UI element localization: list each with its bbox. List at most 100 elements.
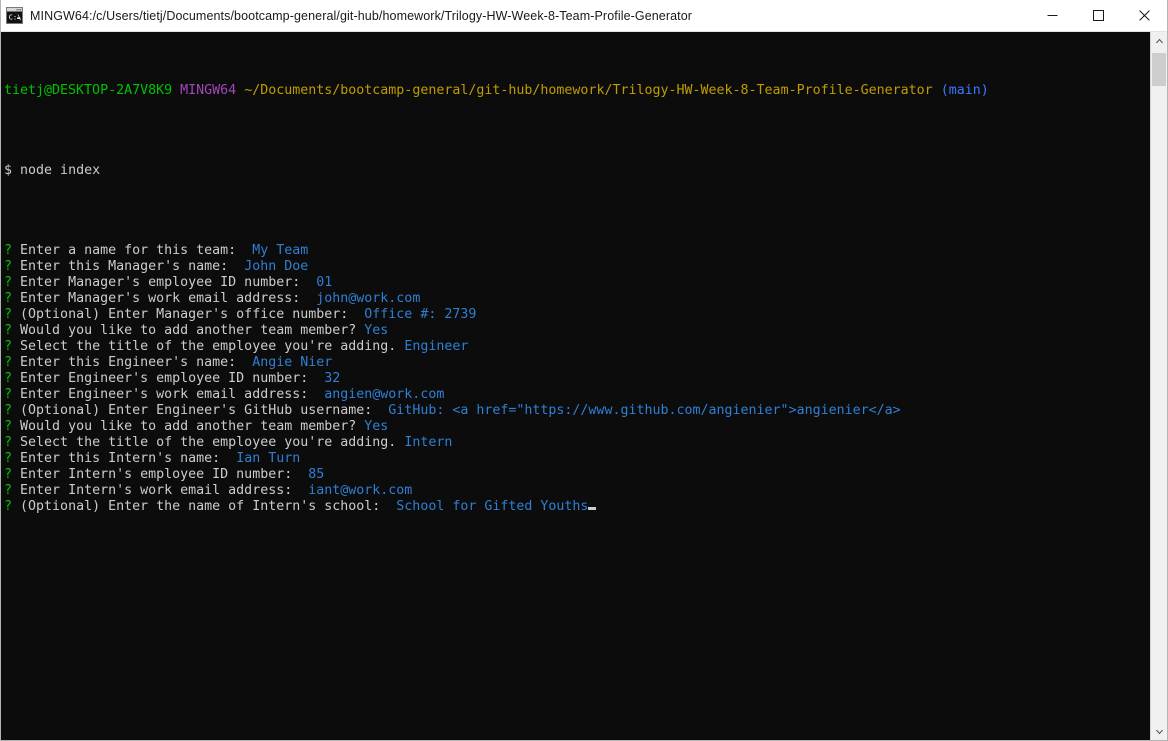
minimize-button[interactable] xyxy=(1029,0,1075,31)
title-bar[interactable]: C:\ MINGW64:/c/Users/tietj/Documents/boo… xyxy=(1,0,1167,32)
prompt-gap xyxy=(300,275,316,290)
prompt-shell: MINGW64 xyxy=(180,83,237,98)
prompt-answer: Yes xyxy=(364,419,389,434)
prompt-gap xyxy=(292,483,308,498)
prompt-gap xyxy=(380,499,396,514)
prompt-marker: ? xyxy=(4,435,13,450)
prompt-answer: Yes xyxy=(364,323,389,338)
prompt-marker-space xyxy=(12,387,20,402)
scroll-up-button[interactable] xyxy=(1151,32,1167,49)
prompt-branch: (main) xyxy=(940,83,989,98)
prompt-entry-line: ? Enter this Intern's name: Ian Turn xyxy=(4,451,1150,467)
prompt-entry-line: ? Select the title of the employee you'r… xyxy=(4,435,1150,451)
prompt-gap xyxy=(220,451,236,466)
prompt-entries: ? Enter a name for this team: My Team? E… xyxy=(4,243,1150,515)
prompt-question: Enter Manager's work email address: xyxy=(20,291,301,306)
prompt-answer: Intern xyxy=(404,435,453,450)
prompt-answer: iant@work.com xyxy=(308,483,413,498)
prompt-answer: School for Gifted Youths xyxy=(396,499,589,514)
prompt-marker: ? xyxy=(4,403,13,418)
prompt-entry-line: ? (Optional) Enter Manager's office numb… xyxy=(4,307,1150,323)
prompt-gap xyxy=(236,355,252,370)
prompt-user-host: tietj@DESKTOP-2A7V8K9 xyxy=(4,83,173,98)
close-button[interactable] xyxy=(1121,0,1167,31)
prompt-gap xyxy=(228,259,244,274)
prompt-question: Enter Engineer's employee ID number: xyxy=(20,371,309,386)
maximize-button[interactable] xyxy=(1075,0,1121,31)
prompt-gap xyxy=(300,291,316,306)
prompt-question: Enter Intern's employee ID number: xyxy=(20,467,293,482)
prompt-marker: ? xyxy=(4,323,13,338)
prompt-entry-line: ? (Optional) Enter Engineer's GitHub use… xyxy=(4,403,1150,419)
prompt-marker-space xyxy=(12,483,20,498)
prompt-answer: 01 xyxy=(316,275,333,290)
prompt-marker-space xyxy=(12,275,20,290)
prompt-question: (Optional) Enter Engineer's GitHub usern… xyxy=(20,403,373,418)
terminal-output[interactable]: tietj@DESKTOP-2A7V8K9 MINGW64 ~/Document… xyxy=(1,32,1150,740)
prompt-marker: ? xyxy=(4,275,13,290)
prompt-gap xyxy=(308,387,324,402)
prompt-question: Select the title of the employee you're … xyxy=(20,435,397,450)
prompt-answer: john@work.com xyxy=(316,291,421,306)
prompt-entry-line: ? Would you like to add another team mem… xyxy=(4,323,1150,339)
prompt-question: Enter Manager's employee ID number: xyxy=(20,275,301,290)
prompt-question: Enter this Manager's name: xyxy=(20,259,229,274)
prompt-question: Select the title of the employee you're … xyxy=(20,339,397,354)
prompt-answer: 32 xyxy=(324,371,341,386)
prompt-marker-space xyxy=(12,467,20,482)
console-icon: C:\ xyxy=(6,7,23,24)
prompt-marker-space xyxy=(12,355,20,370)
prompt-answer: angien@work.com xyxy=(324,387,445,402)
prompt-space-1 xyxy=(172,83,180,98)
vertical-scrollbar[interactable] xyxy=(1150,32,1167,740)
prompt-question: Enter a name for this team: xyxy=(20,243,237,258)
prompt-marker-space xyxy=(12,323,20,338)
prompt-marker: ? xyxy=(4,419,13,434)
terminal-window: C:\ MINGW64:/c/Users/tietj/Documents/boo… xyxy=(0,0,1168,741)
prompt-answer: Office #: 2739 xyxy=(364,307,477,322)
scroll-down-button[interactable] xyxy=(1151,723,1167,740)
prompt-space-2 xyxy=(236,83,244,98)
prompt-marker: ? xyxy=(4,387,13,402)
prompt-marker-space xyxy=(12,307,20,322)
command-line: $ node index xyxy=(4,163,1150,179)
prompt-marker: ? xyxy=(4,371,13,386)
prompt-marker: ? xyxy=(4,499,13,514)
command-sigil: $ xyxy=(4,163,13,178)
prompt-question: Enter this Engineer's name: xyxy=(20,355,237,370)
prompt-answer: Engineer xyxy=(404,339,469,354)
prompt-answer: John Doe xyxy=(244,259,309,274)
svg-text:C:\: C:\ xyxy=(9,12,22,21)
prompt-gap xyxy=(372,403,388,418)
prompt-entry-line: ? Would you like to add another team mem… xyxy=(4,419,1150,435)
window-controls xyxy=(1029,0,1167,31)
prompt-question: Would you like to add another team membe… xyxy=(20,323,357,338)
prompt-entry-line: ? Enter Manager's work email address: jo… xyxy=(4,291,1150,307)
prompt-marker: ? xyxy=(4,467,13,482)
scrollbar-track[interactable] xyxy=(1151,49,1167,723)
prompt-marker-space xyxy=(12,291,20,306)
prompt-answer: 85 xyxy=(308,467,325,482)
prompt-marker-space xyxy=(12,339,20,354)
prompt-marker-space xyxy=(12,499,20,514)
prompt-path: ~/Documents/bootcamp-general/git-hub/hom… xyxy=(244,83,933,98)
prompt-marker-space xyxy=(12,243,20,258)
prompt-question: (Optional) Enter the name of Intern's sc… xyxy=(20,499,381,514)
prompt-entry-line: ? Enter a name for this team: My Team xyxy=(4,243,1150,259)
prompt-entry-line: ? Enter Engineer's employee ID number: 3… xyxy=(4,371,1150,387)
prompt-marker-space xyxy=(12,419,20,434)
prompt-answer: Angie Nier xyxy=(252,355,333,370)
command-space xyxy=(12,163,20,178)
chevron-up-icon xyxy=(1155,38,1163,43)
command-text: node index xyxy=(20,163,101,178)
prompt-marker: ? xyxy=(4,307,13,322)
prompt-entry-line: ? Enter Intern's employee ID number: 85 xyxy=(4,467,1150,483)
prompt-entry-line: ? Enter this Engineer's name: Angie Nier xyxy=(4,355,1150,371)
prompt-marker-space xyxy=(12,451,20,466)
prompt-answer: Ian Turn xyxy=(236,451,301,466)
prompt-question: Would you like to add another team membe… xyxy=(20,419,357,434)
prompt-question: Enter Intern's work email address: xyxy=(20,483,293,498)
scrollbar-thumb[interactable] xyxy=(1152,53,1166,86)
prompt-entry-line: ? (Optional) Enter the name of Intern's … xyxy=(4,499,1150,515)
prompt-entry-line: ? Enter this Manager's name: John Doe xyxy=(4,259,1150,275)
